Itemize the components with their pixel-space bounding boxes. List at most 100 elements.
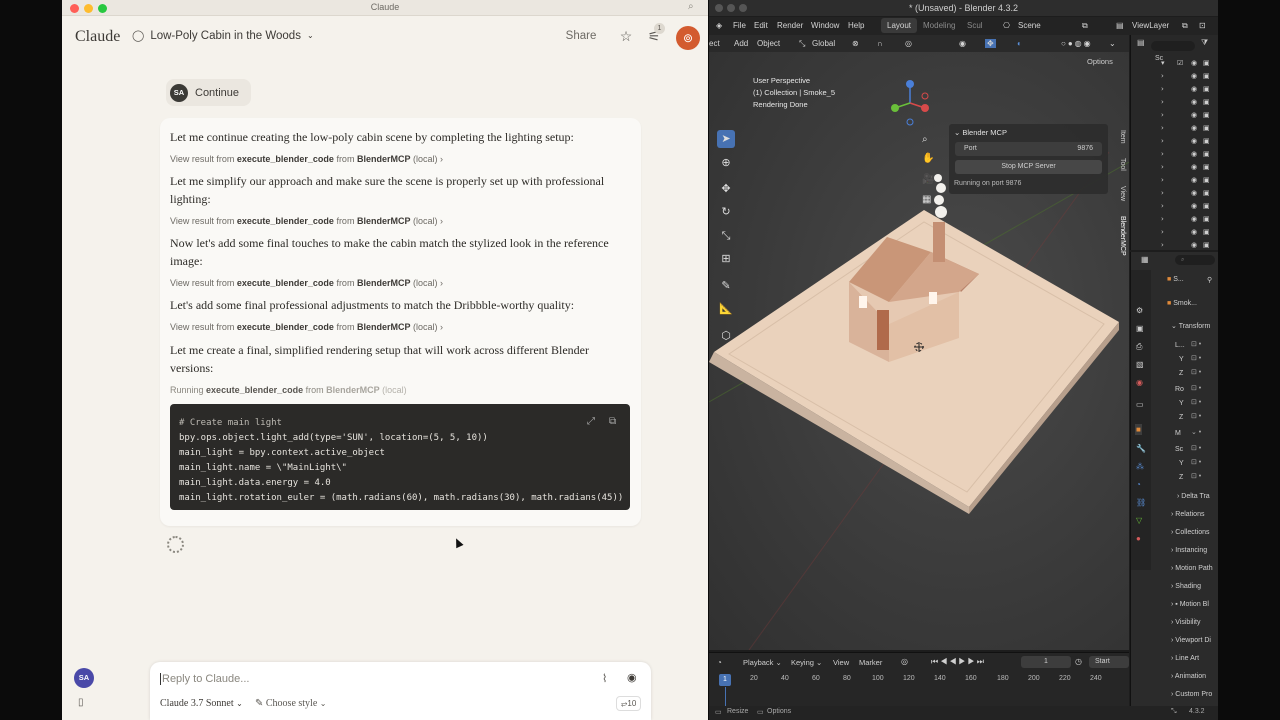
workspace-tab-modeling[interactable]: Modeling [923, 21, 955, 30]
particles-props-icon[interactable]: ⁂ [1136, 462, 1144, 471]
tab-blendermcp[interactable]: BlenderMCP [1119, 216, 1126, 256]
zoom-window-button[interactable] [739, 4, 747, 12]
outliner-editor-icon[interactable]: ▤ [1137, 38, 1145, 47]
rotate-tool-icon[interactable]: ↻ [717, 203, 735, 221]
properties-search-field[interactable]: ⌕ [1175, 255, 1215, 265]
section-collections[interactable]: › Collections [1171, 529, 1210, 536]
options-dropdown[interactable]: Options [1087, 57, 1113, 66]
voice-mode-icon[interactable]: ◉ [627, 671, 637, 684]
mode-menu-tail[interactable]: ect [709, 39, 720, 48]
model-selector[interactable]: Claude 3.7 Sonnet ⌄ [160, 698, 243, 709]
select-tool-icon[interactable]: ➤ [717, 130, 735, 148]
overlay-toggle-icon[interactable]: ◐ [1017, 39, 1022, 48]
view-result-link[interactable]: View result from execute_blender_code fr… [170, 216, 443, 226]
menu-file[interactable]: File [733, 21, 746, 30]
view-result-link[interactable]: View result from execute_blender_code fr… [170, 322, 443, 332]
data-props-icon[interactable]: ▽ [1136, 516, 1142, 525]
frame-ruler[interactable]: 1 20 40 60 80 100 120 140 160 180 200 22… [709, 673, 1129, 687]
remove-viewlayer-icon[interactable]: ⊡ [1199, 21, 1206, 30]
tool-props-icon[interactable]: ⚙ [1136, 306, 1143, 315]
section-viewport-display[interactable]: › Viewport Di [1171, 637, 1211, 644]
proportional-edit-icon[interactable]: ◎ [905, 39, 912, 48]
scene-selector[interactable]: Scene [1018, 21, 1041, 30]
section-custom-properties[interactable]: › Custom Pro [1171, 691, 1212, 698]
visibility-icon[interactable]: ◉ [959, 39, 966, 48]
output-props-icon[interactable]: ⎙ [1136, 342, 1142, 352]
section-visibility[interactable]: › Visibility [1171, 619, 1200, 626]
timeline-editor-icon[interactable]: ◔ [717, 658, 722, 667]
shading-modes-icon[interactable]: ○●◍◉ [1061, 39, 1093, 48]
move-tool-icon[interactable]: ✥ [717, 180, 735, 198]
pivot-icon[interactable]: ⊗ [852, 39, 859, 48]
keying-menu[interactable]: Keying ⌄ [791, 658, 822, 667]
measure-tool-icon[interactable]: 📐 [717, 300, 735, 318]
stop-mcp-server-button[interactable]: Stop MCP Server [955, 160, 1102, 174]
blender-logo-icon[interactable]: ◈ [716, 21, 722, 30]
menu-edit[interactable]: Edit [754, 21, 768, 30]
section-line-art[interactable]: › Line Art [1171, 655, 1199, 662]
camera-view-icon[interactable]: 🎥 [922, 174, 934, 185]
view-menu[interactable]: View [833, 658, 849, 667]
section-motion-blur[interactable]: › ▪ Motion Bl [1171, 601, 1209, 608]
reply-input[interactable]: Reply to Claude... [160, 673, 249, 685]
add-cube-tool-icon[interactable]: ⬡ [717, 327, 735, 345]
share-button[interactable]: Share [554, 25, 608, 47]
tab-tool[interactable]: Tool [1119, 158, 1126, 171]
playback-menu[interactable]: Playback ⌄ [743, 658, 782, 667]
hand-pan-icon[interactable]: ✋ [922, 153, 934, 164]
section-motion-paths[interactable]: › Motion Path [1171, 565, 1213, 572]
physics-props-icon[interactable]: ◔ [1136, 480, 1141, 489]
3d-viewport[interactable]: ➤ ⊕ ✥ ↻ ⤡ ⊞ ✎ 📐 ⬡ User Perspective (1) C… [709, 52, 1129, 650]
tab-item[interactable]: Item [1119, 130, 1126, 144]
minimize-window-button[interactable] [727, 4, 735, 12]
mcp-panel-title[interactable]: ⌄ Blender MCP [954, 128, 1007, 137]
section-relations[interactable]: › Relations [1171, 511, 1204, 518]
cursor-tool-icon[interactable]: ⊕ [717, 154, 735, 172]
sidebar-toggle-icon[interactable]: ▯ [78, 697, 84, 708]
marker-menu[interactable]: Marker [859, 658, 882, 667]
view-result-link[interactable]: View result from execute_blender_code fr… [170, 278, 443, 288]
copy-icon[interactable]: ⧉ [609, 414, 616, 429]
expand-icon[interactable]: ⤢ [587, 414, 595, 429]
search-icon[interactable]: ⌕ [688, 1, 694, 12]
pin-icon[interactable]: ⚲ [1207, 276, 1212, 284]
gizmo-toggle-icon[interactable]: ✥ [985, 39, 996, 48]
start-frame-field[interactable]: Start [1089, 656, 1129, 668]
transform-tool-icon[interactable]: ⊞ [717, 250, 735, 268]
tab-view[interactable]: View [1119, 186, 1126, 201]
workspace-tab-sculpt[interactable]: Scul [967, 21, 983, 30]
annotate-tool-icon[interactable]: ✎ [717, 277, 735, 295]
shading-options-icon[interactable]: ⌄ [1109, 39, 1116, 48]
menu-window[interactable]: Window [811, 21, 839, 30]
view-layer-props-icon[interactable]: ▧ [1136, 360, 1144, 369]
star-icon[interactable]: ☆ [617, 27, 635, 45]
claude-logo[interactable]: Claude [75, 28, 120, 46]
render-props-icon[interactable]: ▣ [1136, 324, 1144, 333]
object-props-icon[interactable]: ■ [1135, 424, 1142, 435]
chat-title-dropdown[interactable]: ◯ Low-Poly Cabin in the Woods ⌄ [132, 29, 314, 43]
transform-fields[interactable]: ⊡ • ⊡ • ⊡ • ⊡ • ⊡ • ⊡ • ⌄ • ⊡ • ⊡ • ⊡ • [1191, 340, 1213, 486]
zoom-icon[interactable]: ⌕ [922, 134, 928, 145]
scale-tool-icon[interactable]: ⤡ [717, 227, 735, 245]
menu-render[interactable]: Render [777, 21, 803, 30]
material-props-icon[interactable]: ● [1136, 534, 1141, 543]
navigation-gizmo[interactable] [885, 78, 935, 128]
current-frame-field[interactable]: 1 [1021, 656, 1071, 668]
style-selector[interactable]: ✎ Choose style ⌄ [255, 698, 326, 709]
properties-editor-icon[interactable]: ▦ [1141, 255, 1149, 264]
section-instancing[interactable]: › Instancing [1171, 547, 1207, 554]
grid-toggle-icon[interactable]: ▦ [922, 194, 931, 205]
modifier-props-icon[interactable]: 🔧 [1136, 444, 1146, 453]
constraints-props-icon[interactable]: ⛓ [1136, 498, 1146, 507]
menu-help[interactable]: Help [848, 21, 864, 30]
section-shading[interactable]: › Shading [1171, 583, 1201, 590]
transform-panel-header[interactable]: ⌄ Transform [1171, 322, 1210, 330]
snap-icon[interactable]: ∩ [877, 39, 883, 48]
filter-icon[interactable]: ⧩ [1201, 38, 1208, 48]
section-delta-transform[interactable]: › Delta Tra [1177, 493, 1210, 500]
playhead[interactable]: 1 [719, 674, 731, 686]
playback-controls[interactable]: ⏮◀◀▶▶⏭ [931, 657, 986, 667]
paperclip-icon[interactable]: ⌇ [602, 672, 607, 685]
scene-props-icon[interactable]: ◉ [1136, 378, 1143, 387]
copy-viewlayer-icon[interactable]: ⧉ [1182, 21, 1188, 31]
